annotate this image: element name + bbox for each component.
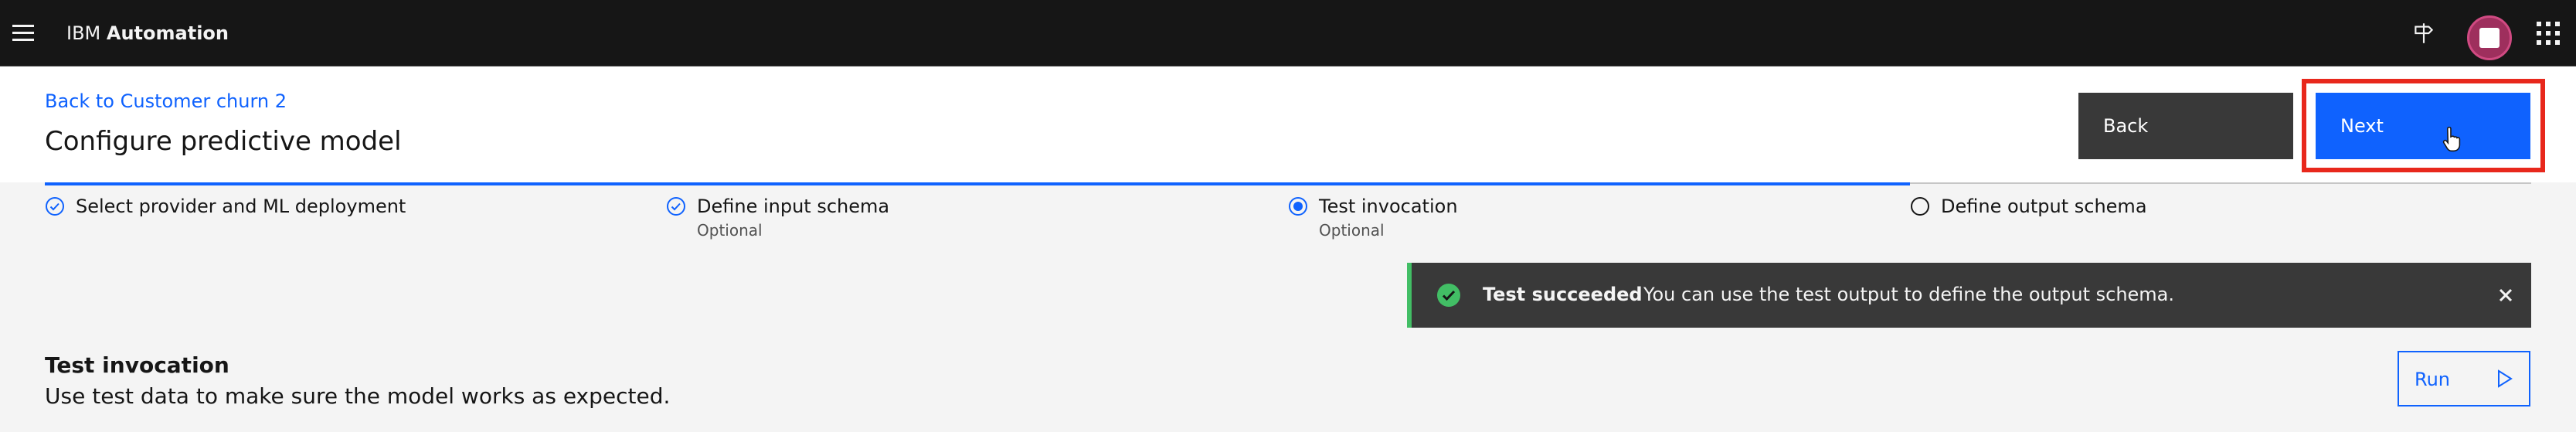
top-navigation-bar: IBM Automation <box>0 0 2576 66</box>
hand-cursor-icon <box>2442 127 2461 152</box>
incomplete-step-icon <box>1911 197 1929 216</box>
notification-title: Test succeeded <box>1483 284 1643 305</box>
brand-name: Automation <box>106 22 229 44</box>
page-header: Back to Customer churn 2 Configure predi… <box>0 66 2576 182</box>
step-label: Define output schema <box>1941 196 2147 217</box>
checkmark-outline-icon <box>46 197 64 216</box>
back-button[interactable]: Back <box>2078 93 2293 159</box>
app-switcher-icon[interactable] <box>2537 22 2561 46</box>
close-icon[interactable] <box>2493 283 2518 308</box>
step-optional-label: Optional <box>697 221 763 240</box>
step-label: Select provider and ML deployment <box>76 196 406 217</box>
product-name[interactable]: IBM Automation <box>66 20 229 46</box>
checkmark-outline-icon <box>667 197 685 216</box>
step-optional-label: Optional <box>1319 221 1385 240</box>
success-notification: Test succeeded You can use the test outp… <box>1407 263 2531 328</box>
notification-message: You can use the test output to define th… <box>1643 284 2175 305</box>
section-description: Use test data to make sure the model wor… <box>45 383 671 409</box>
checkmark-filled-icon <box>1437 284 1460 307</box>
run-button[interactable]: Run <box>2398 351 2530 406</box>
next-button[interactable]: Next <box>2316 93 2530 159</box>
progress-bar-complete <box>45 182 1910 185</box>
avatar-image <box>2479 28 2500 48</box>
signpost-icon[interactable] <box>2411 20 2437 46</box>
brand-prefix: IBM <box>66 22 101 44</box>
section-title: Test invocation <box>45 352 229 378</box>
run-button-label: Run <box>2415 369 2451 390</box>
step-label: Define input schema <box>697 196 890 217</box>
page-title: Configure predictive model <box>45 126 402 157</box>
current-step-icon <box>1289 197 1307 216</box>
step-label: Test invocation <box>1319 196 1458 217</box>
avatar[interactable] <box>2467 15 2512 60</box>
menu-icon[interactable] <box>12 22 36 45</box>
play-icon <box>2498 369 2513 388</box>
progress-bar-remaining <box>1910 182 2531 184</box>
breadcrumb-back-link[interactable]: Back to Customer churn 2 <box>45 88 287 114</box>
